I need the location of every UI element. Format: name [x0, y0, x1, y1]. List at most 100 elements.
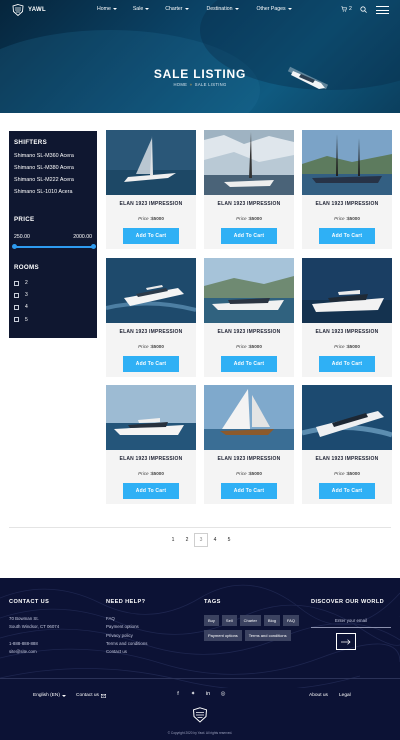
yacht-photo[interactable]: [204, 385, 294, 450]
listing-title[interactable]: ELAN 1923 IMPRESSION: [302, 201, 392, 207]
tag[interactable]: Terms and conditions: [244, 630, 291, 641]
footer-logo-icon[interactable]: [192, 707, 208, 723]
legal-link[interactable]: Legal: [339, 693, 351, 698]
add-to-cart-button[interactable]: Add To Cart: [319, 356, 375, 372]
add-to-cart-button[interactable]: Add To Cart: [319, 228, 375, 244]
room-option[interactable]: 3: [14, 292, 28, 298]
newsletter-email-input[interactable]: Enter your email: [311, 618, 391, 628]
listing-title[interactable]: ELAN 1923 IMPRESSION: [106, 201, 196, 207]
add-to-cart-button[interactable]: Add To Cart: [123, 228, 179, 244]
about-link[interactable]: About us: [309, 693, 328, 698]
help-heading: NEED HELP?: [106, 599, 146, 605]
hamburger-menu-icon[interactable]: [376, 6, 389, 14]
tag[interactable]: Blog: [263, 615, 280, 626]
page-link[interactable]: 2: [180, 533, 194, 547]
language-selector[interactable]: English (EN): [33, 693, 66, 698]
contact-us-link[interactable]: Contact us: [76, 693, 106, 698]
footer-divider: [0, 678, 400, 679]
shifter-option[interactable]: Shimano SL-M380 Acera: [14, 165, 92, 171]
cart-icon: [341, 6, 347, 12]
price-slider-max-handle[interactable]: [91, 244, 96, 249]
tag[interactable]: Buy: [204, 615, 219, 626]
listing-title[interactable]: ELAN 1923 IMPRESSION: [302, 456, 392, 462]
search-icon[interactable]: [360, 6, 367, 13]
yacht-photo[interactable]: [302, 258, 392, 323]
footer-link[interactable]: Privacy policy: [106, 632, 148, 640]
cart-button[interactable]: 2: [341, 6, 352, 12]
checkbox[interactable]: [14, 280, 19, 286]
yacht-photo[interactable]: [106, 385, 196, 450]
pagination: 1 2 3 4 5: [166, 533, 236, 547]
checkbox[interactable]: [14, 317, 19, 323]
filter-sidebar: SHIFTERS Shimano SL-M360 Acera Shimano S…: [9, 131, 97, 338]
twitter-icon[interactable]: ✦: [190, 691, 196, 697]
footer-link[interactable]: Terms and conditions: [106, 640, 148, 648]
newsletter-submit-button[interactable]: [336, 633, 356, 650]
menu-other-pages[interactable]: Other Pages: [257, 6, 292, 12]
footer-link[interactable]: Contact us: [106, 648, 148, 656]
listing-title[interactable]: ELAN 1923 IMPRESSION: [204, 201, 294, 207]
menu-sale[interactable]: Sale: [133, 6, 150, 12]
facebook-icon[interactable]: f: [175, 691, 181, 697]
tag[interactable]: Sell: [221, 615, 237, 626]
email-address[interactable]: site@site.com: [9, 648, 59, 656]
address-line: 70 Bowman St.: [9, 616, 39, 621]
page-link[interactable]: 5: [222, 533, 236, 547]
price-slider[interactable]: [12, 244, 96, 249]
yacht-photo[interactable]: [204, 258, 294, 323]
shifter-option[interactable]: Shimano SL-M222 Acera: [14, 177, 92, 183]
listing-card: ELAN 1923 IMPRESSION Price :$5000 Add To…: [204, 258, 294, 377]
tag[interactable]: FAQ: [282, 615, 299, 626]
add-to-cart-button[interactable]: Add To Cart: [221, 356, 277, 372]
tags-heading: TAGS: [204, 599, 221, 605]
listing-card: ELAN 1923 IMPRESSION Price :$5000 Add To…: [204, 385, 294, 504]
add-to-cart-button[interactable]: Add To Cart: [123, 483, 179, 499]
hero-yacht-image: [287, 66, 329, 90]
yacht-photo[interactable]: [106, 130, 196, 195]
price-slider-min-handle[interactable]: [12, 244, 17, 249]
listing-title[interactable]: ELAN 1923 IMPRESSION: [302, 329, 392, 335]
shifters-heading: SHIFTERS: [14, 139, 47, 146]
room-option[interactable]: 5: [14, 317, 28, 323]
tag[interactable]: Charter: [239, 615, 261, 626]
page-link[interactable]: 1: [166, 533, 180, 547]
footer-link[interactable]: FAQ: [106, 615, 148, 623]
page-link[interactable]: 4: [208, 533, 222, 547]
logo-shield-icon: [12, 4, 24, 16]
tag[interactable]: Payment options: [204, 630, 242, 641]
add-to-cart-button[interactable]: Add To Cart: [221, 228, 277, 244]
listing-price: Price :$5000: [334, 216, 360, 221]
yacht-photo[interactable]: [204, 130, 294, 195]
price-heading: PRICE: [14, 216, 35, 223]
listing-title[interactable]: ELAN 1923 IMPRESSION: [106, 456, 196, 462]
listing-title[interactable]: ELAN 1923 IMPRESSION: [204, 456, 294, 462]
phone-number[interactable]: 1-888-888-888: [9, 640, 59, 648]
room-option[interactable]: 4: [14, 304, 28, 310]
yacht-photo[interactable]: [106, 258, 196, 323]
breadcrumb-home[interactable]: HOME: [173, 82, 187, 87]
menu-home[interactable]: Home: [97, 6, 117, 12]
add-to-cart-button[interactable]: Add To Cart: [319, 483, 375, 499]
room-option[interactable]: 2: [14, 280, 28, 286]
yacht-photo[interactable]: [302, 130, 392, 195]
listing-card: ELAN 1923 IMPRESSION Price :$5000 Add To…: [302, 385, 392, 504]
instagram-icon[interactable]: ◎: [220, 691, 226, 697]
checkbox[interactable]: [14, 292, 19, 298]
discover-heading: DISCOVER OUR WORLD: [311, 599, 385, 605]
checkbox[interactable]: [14, 304, 19, 310]
brand-name: YAWL: [28, 7, 46, 13]
price-range-values: 250.00 2000.00: [14, 234, 92, 240]
menu-destination[interactable]: Destination: [207, 6, 239, 12]
menu-charter[interactable]: Charter: [165, 6, 189, 12]
shifter-option[interactable]: Shimano SL-1010 Acera: [14, 189, 92, 195]
shifter-option[interactable]: Shimano SL-M360 Acera: [14, 153, 92, 159]
listing-title[interactable]: ELAN 1923 IMPRESSION: [106, 329, 196, 335]
listing-title[interactable]: ELAN 1923 IMPRESSION: [204, 329, 294, 335]
linkedin-icon[interactable]: in: [205, 691, 211, 697]
logo[interactable]: YAWL: [12, 4, 46, 16]
footer-link[interactable]: Payment options: [106, 623, 148, 631]
yacht-photo[interactable]: [302, 385, 392, 450]
page-link-current[interactable]: 3: [194, 533, 208, 547]
add-to-cart-button[interactable]: Add To Cart: [221, 483, 277, 499]
add-to-cart-button[interactable]: Add To Cart: [123, 356, 179, 372]
